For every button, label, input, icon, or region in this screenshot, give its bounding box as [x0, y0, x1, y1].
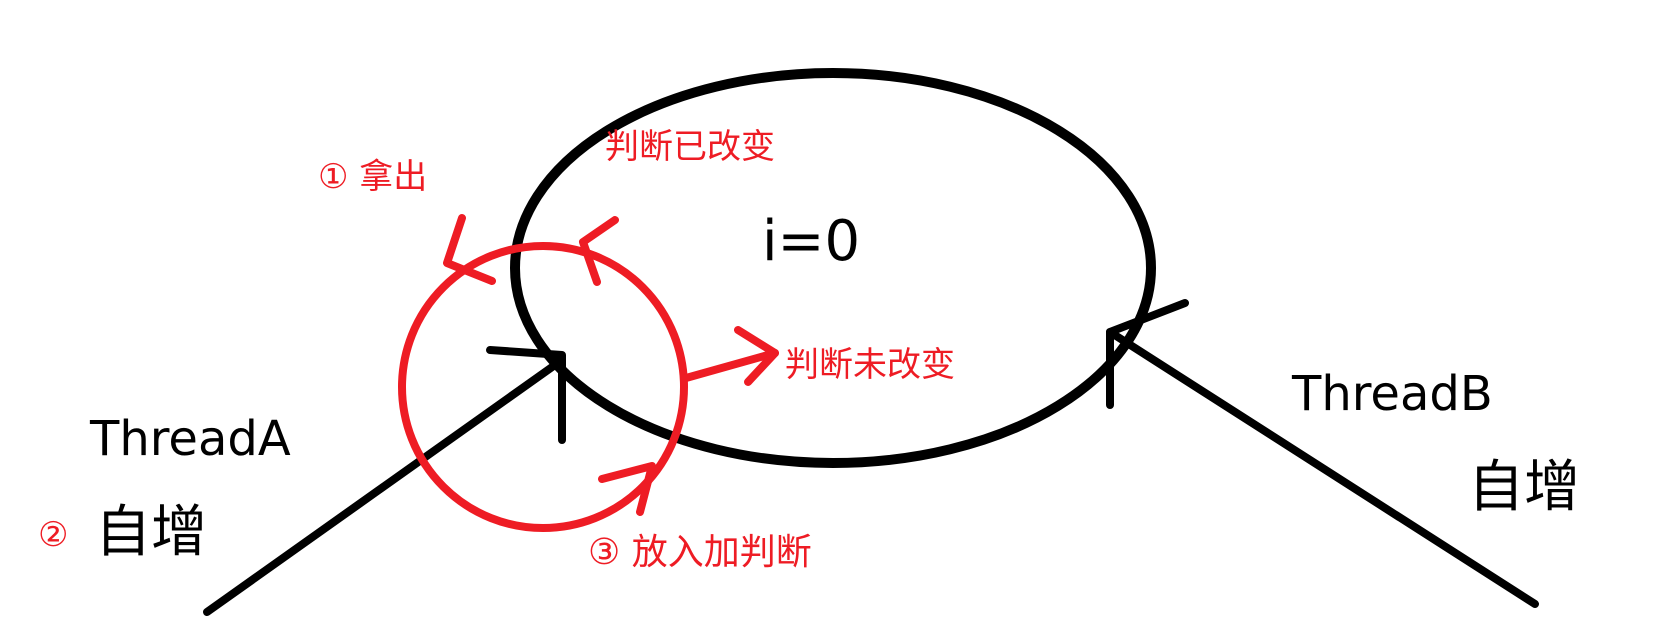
thread-a-name: ThreadA [90, 411, 291, 467]
thread-a-step-marker: ② [38, 515, 69, 555]
cas-diagram [203, 68, 1539, 616]
thread-b-name: ThreadB [1292, 366, 1493, 422]
center-value-label: i=0 [762, 209, 861, 274]
thread-a-action: 自增 [95, 500, 207, 565]
take-out-arrowhead [443, 214, 496, 285]
thread-a-line [203, 356, 566, 616]
judged-unchanged-label: 判断未改变 [785, 345, 955, 385]
changed-arrowhead [579, 216, 619, 286]
judged-changed-label: 判断已改变 [605, 127, 775, 167]
thread-b-action: 自增 [1468, 455, 1580, 520]
cas-cycle-circle [398, 242, 688, 532]
step-put-back-label: ③ 放入加判断 [588, 532, 812, 573]
step-take-out-label: ① 拿出 [318, 157, 428, 197]
